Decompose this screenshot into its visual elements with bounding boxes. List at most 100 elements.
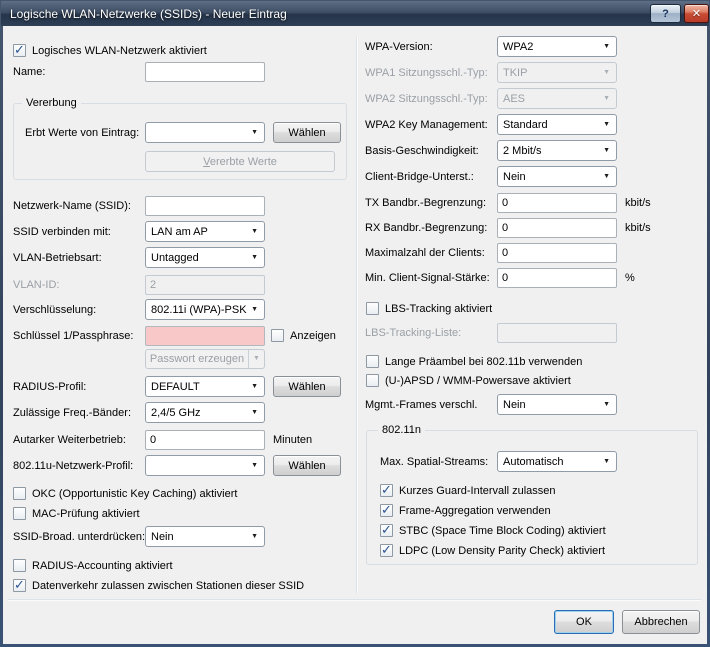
tx-limit-input[interactable]: 0 bbox=[497, 193, 617, 213]
hide-ssid-combobox[interactable]: Nein▼ bbox=[145, 526, 265, 547]
dropdown-arrow-icon: ▼ bbox=[251, 462, 258, 469]
wlan-enabled-checkbox[interactable] bbox=[13, 44, 26, 57]
spatial-streams-label: Max. Spatial-Streams: bbox=[380, 456, 497, 468]
tx-limit-row: TX Bandbr.-Begrenzung: 0 kbit/s bbox=[365, 192, 651, 213]
lbs-tracking-checkbox[interactable] bbox=[366, 302, 379, 315]
short-gi-checkbox[interactable] bbox=[380, 484, 393, 497]
vlan-id-row: VLAN-ID: 2 bbox=[13, 274, 265, 295]
apsd-row: (U-)APSD / WMM-Powersave aktiviert bbox=[366, 370, 571, 391]
show-passphrase-checkbox[interactable] bbox=[271, 329, 284, 342]
mac-check-row: MAC-Prüfung aktiviert bbox=[13, 503, 140, 524]
help-button[interactable]: ? bbox=[650, 4, 681, 23]
rx-limit-row: RX Bandbr.-Begrenzung: 0 kbit/s bbox=[365, 217, 651, 238]
wpa1-key-type-combobox: TKIP▼ bbox=[497, 62, 617, 83]
u-profile-row: 802.11u-Netzwerk-Profil: ▼ Wählen bbox=[13, 455, 341, 476]
okc-row: OKC (Opportunistic Key Caching) aktivier… bbox=[13, 483, 237, 504]
long-preamble-row: Lange Präambel bei 802.11b verwenden bbox=[366, 351, 582, 372]
radius-accounting-row: RADIUS-Accounting aktiviert bbox=[13, 555, 173, 576]
encryption-combobox[interactable]: 802.11i (WPA)-PSK▼ bbox=[145, 299, 265, 320]
lbs-tracking-row: LBS-Tracking aktiviert bbox=[366, 298, 492, 319]
standalone-unit: Minuten bbox=[273, 434, 312, 446]
client-bridge-label: Client-Bridge-Unterst.: bbox=[365, 171, 497, 183]
max-clients-row: Maximalzahl der Clients: 0 bbox=[365, 242, 617, 263]
rx-limit-input[interactable]: 0 bbox=[497, 218, 617, 238]
client-bridge-combobox[interactable]: Nein▼ bbox=[497, 166, 617, 187]
base-speed-combobox[interactable]: 2 Mbit/s▼ bbox=[497, 140, 617, 161]
standalone-input[interactable]: 0 bbox=[145, 430, 265, 450]
tx-limit-label: TX Bandbr.-Begrenzung: bbox=[365, 197, 497, 209]
encryption-row: Verschlüsselung: 802.11i (WPA)-PSK▼ bbox=[13, 299, 265, 320]
ssid-input[interactable] bbox=[145, 196, 265, 216]
dropdown-arrow-icon: ▼ bbox=[603, 69, 610, 76]
freq-bands-label: Zulässige Freq.-Bänder: bbox=[13, 407, 145, 419]
u-profile-choose-button[interactable]: Wählen bbox=[273, 455, 341, 476]
footer-buttons: OK Abbrechen bbox=[554, 611, 700, 632]
base-speed-label: Basis-Geschwindigkeit: bbox=[365, 145, 497, 157]
mgmt-frames-label: Mgmt.-Frames verschl. bbox=[365, 399, 497, 411]
wpa2-key-type-label: WPA2 Sitzungsschl.-Typ: bbox=[365, 93, 497, 105]
u-profile-combobox[interactable]: ▼ bbox=[145, 455, 265, 476]
vlan-mode-label: VLAN-Betriebsart: bbox=[13, 252, 145, 264]
inherit-from-row: Erbt Werte von Eintrag: ▼ Wählen bbox=[25, 122, 341, 143]
rx-limit-unit: kbit/s bbox=[625, 222, 651, 234]
dropdown-arrow-icon: ▼ bbox=[251, 306, 258, 313]
ldpc-checkbox[interactable] bbox=[380, 544, 393, 557]
ldpc-row: LDPC (Low Density Parity Check) aktivier… bbox=[380, 540, 605, 561]
connect-to-label: SSID verbinden mit: bbox=[13, 226, 145, 238]
long-preamble-checkbox[interactable] bbox=[366, 355, 379, 368]
connect-to-combobox[interactable]: LAN am AP▼ bbox=[145, 221, 265, 242]
apsd-checkbox[interactable] bbox=[366, 374, 379, 387]
standalone-label: Autarker Weiterbetrieb: bbox=[13, 434, 145, 446]
short-gi-row: Kurzes Guard-Intervall zulassen bbox=[380, 480, 556, 501]
inter-station-checkbox[interactable] bbox=[13, 579, 26, 592]
inter-station-label: Datenverkehr zulassen zwischen Stationen… bbox=[32, 580, 304, 592]
cancel-button[interactable]: Abbrechen bbox=[622, 610, 700, 634]
okc-checkbox[interactable] bbox=[13, 487, 26, 500]
dialog-window: Logische WLAN-Netzwerke (SSIDs) - Neuer … bbox=[0, 0, 710, 647]
generate-password-button[interactable]: Passwort erzeugen ▼ bbox=[145, 349, 265, 369]
freq-bands-combobox[interactable]: 2,4/5 GHz▼ bbox=[145, 402, 265, 423]
mgmt-frames-combobox[interactable]: Nein▼ bbox=[497, 394, 617, 415]
connect-to-row: SSID verbinden mit: LAN am AP▼ bbox=[13, 221, 265, 242]
max-clients-input[interactable]: 0 bbox=[497, 243, 617, 263]
inherit-from-combobox[interactable]: ▼ bbox=[145, 122, 265, 143]
dropdown-arrow-icon: ▼ bbox=[251, 533, 258, 540]
ssid-row: Netzwerk-Name (SSID): bbox=[13, 195, 265, 216]
min-signal-row: Min. Client-Signal-Stärke: 0 % bbox=[365, 267, 635, 288]
max-clients-label: Maximalzahl der Clients: bbox=[365, 247, 497, 259]
dropdown-arrow-icon: ▼ bbox=[603, 458, 610, 465]
wpa-version-combobox[interactable]: WPA2▼ bbox=[497, 36, 617, 57]
wpa-version-label: WPA-Version: bbox=[365, 41, 497, 53]
inherited-values-button[interactable]: Vererbte Werte bbox=[145, 151, 335, 172]
spatial-streams-combobox[interactable]: Automatisch▼ bbox=[497, 451, 617, 472]
hide-ssid-label: SSID-Broad. unterdrücken: bbox=[13, 531, 145, 543]
standalone-row: Autarker Weiterbetrieb: 0 Minuten bbox=[13, 429, 312, 450]
dropdown-arrow-icon: ▼ bbox=[603, 401, 610, 408]
wpa1-key-type-row: WPA1 Sitzungsschl.-Typ: TKIP▼ bbox=[365, 62, 617, 83]
frame-aggregation-checkbox[interactable] bbox=[380, 504, 393, 517]
lbs-tracking-label: LBS-Tracking aktiviert bbox=[385, 303, 492, 315]
dropdown-arrow-icon: ▼ bbox=[603, 95, 610, 102]
name-label: Name: bbox=[13, 66, 145, 78]
wpa2-key-mgmt-label: WPA2 Key Management: bbox=[365, 119, 497, 131]
close-button[interactable]: ✕ bbox=[684, 4, 709, 23]
ok-button[interactable]: OK bbox=[554, 610, 614, 634]
min-signal-input[interactable]: 0 bbox=[497, 268, 617, 288]
radius-profile-row: RADIUS-Profil: DEFAULT▼ Wählen bbox=[13, 376, 341, 397]
wpa2-key-mgmt-combobox[interactable]: Standard▼ bbox=[497, 114, 617, 135]
dropdown-arrow-icon: ▼ bbox=[251, 383, 258, 390]
name-input[interactable] bbox=[145, 62, 265, 82]
freq-bands-row: Zulässige Freq.-Bänder: 2,4/5 GHz▼ bbox=[13, 402, 265, 423]
vlan-mode-combobox[interactable]: Untagged▼ bbox=[145, 247, 265, 268]
okc-label: OKC (Opportunistic Key Caching) aktivier… bbox=[32, 488, 237, 500]
passphrase-input[interactable] bbox=[145, 326, 265, 346]
dropdown-arrow-icon: ▼ bbox=[603, 43, 610, 50]
close-icon: ✕ bbox=[692, 7, 701, 20]
radius-choose-button[interactable]: Wählen bbox=[273, 376, 341, 397]
radius-profile-combobox[interactable]: DEFAULT▼ bbox=[145, 376, 265, 397]
column-separator bbox=[356, 37, 357, 593]
mac-check-checkbox[interactable] bbox=[13, 507, 26, 520]
stbc-checkbox[interactable] bbox=[380, 524, 393, 537]
inherit-choose-button[interactable]: Wählen bbox=[273, 122, 341, 143]
radius-accounting-checkbox[interactable] bbox=[13, 559, 26, 572]
